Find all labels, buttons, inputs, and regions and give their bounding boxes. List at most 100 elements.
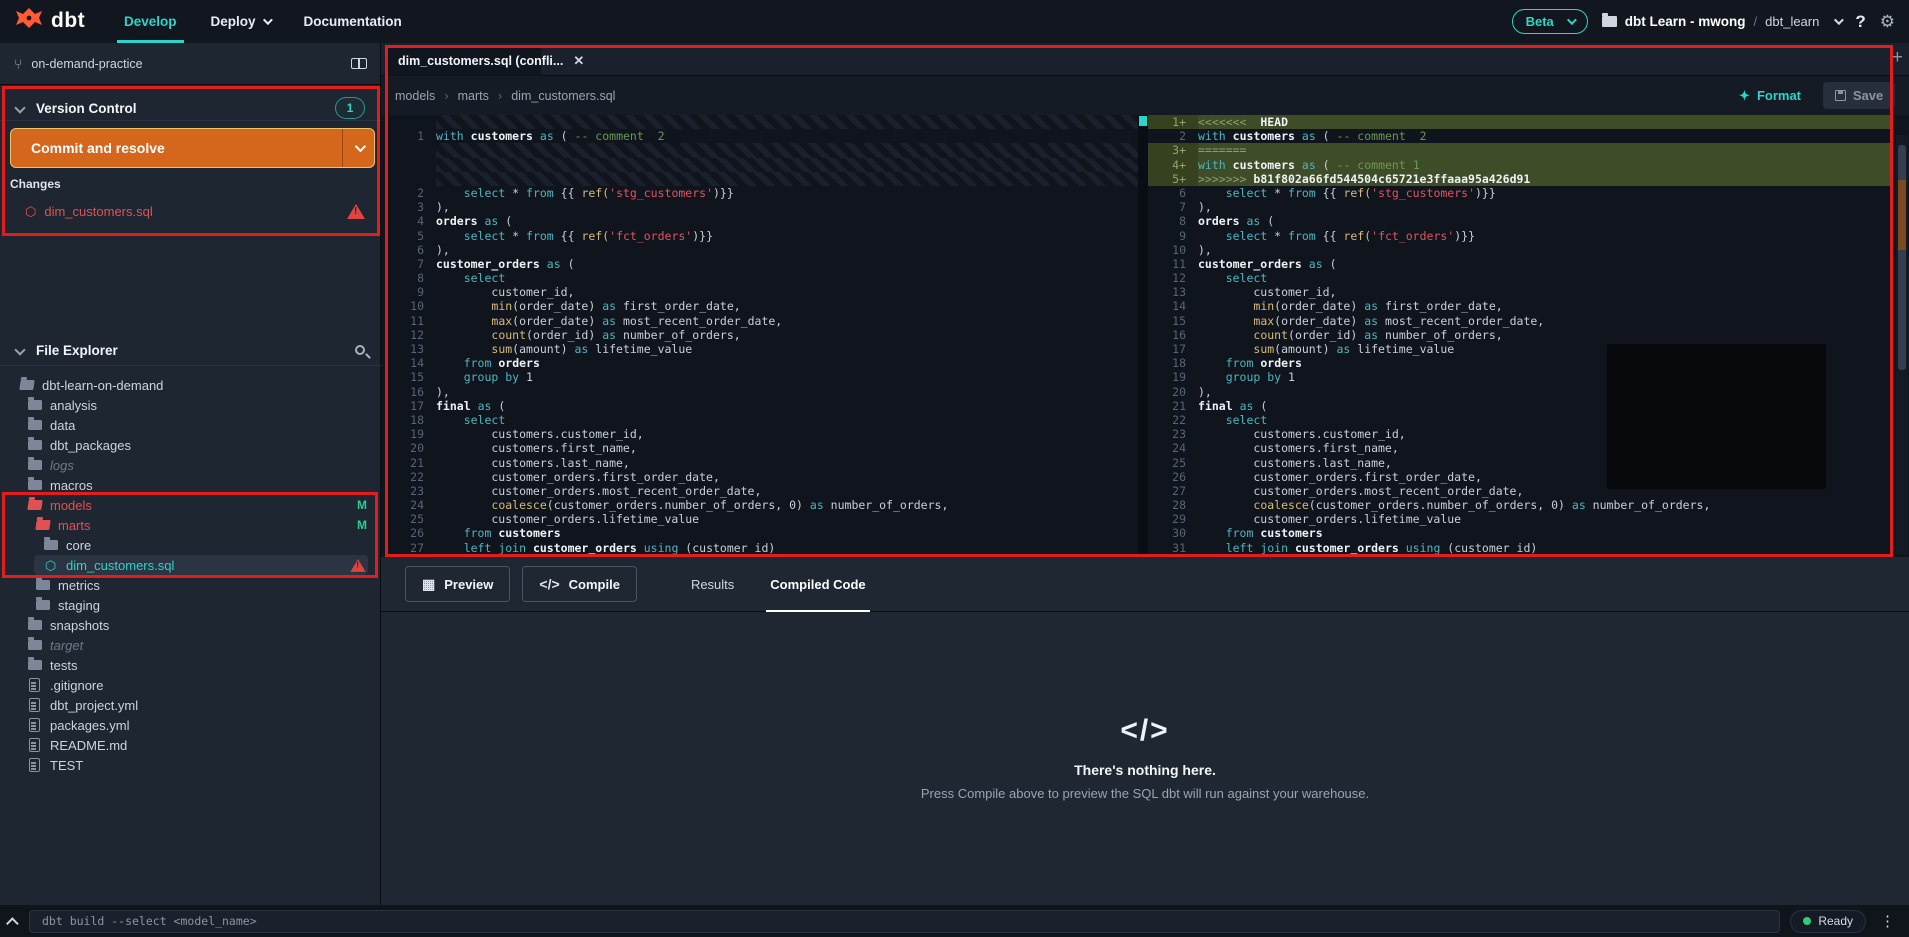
- preview-button[interactable]: ▦ Preview: [405, 566, 511, 602]
- settings-gear-icon[interactable]: ⚙: [1880, 12, 1895, 32]
- close-icon[interactable]: ✕: [573, 53, 584, 69]
- line-number: 28: [1172, 498, 1186, 513]
- search-icon[interactable]: [355, 345, 365, 355]
- format-button[interactable]: ✦ Format: [1739, 88, 1801, 104]
- git-branch-row[interactable]: ⑂ on-demand-practice: [0, 43, 381, 85]
- save-floppy-icon: [1834, 90, 1846, 101]
- save-label: Save: [1852, 88, 1884, 103]
- tree-item-test[interactable]: TEST: [0, 755, 381, 775]
- line-number: 1+: [1148, 115, 1198, 130]
- account-breadcrumb: dbt Learn - mwong / dbt_learn: [1601, 13, 1845, 29]
- tree-item-dbt-project-yml[interactable]: dbt_project.yml: [0, 695, 381, 715]
- compile-label: Compile: [568, 576, 620, 592]
- tree-item-packages-yml[interactable]: packages.yml: [0, 715, 381, 735]
- nav-item-documentation[interactable]: Documentation: [287, 0, 419, 43]
- tree-item-dbt-packages[interactable]: dbt_packages: [0, 435, 381, 455]
- tree-item-analysis[interactable]: analysis: [0, 395, 381, 415]
- line-number: 13: [1172, 285, 1186, 300]
- tree-item-label: dbt_project.yml: [50, 697, 139, 713]
- folder-icon: [27, 477, 42, 493]
- project-selector[interactable]: dbt_learn: [1765, 14, 1819, 29]
- command-input[interactable]: dbt build --select <model_name>: [29, 909, 1781, 933]
- breadcrumb-item[interactable]: models: [395, 89, 435, 103]
- tree-item-target[interactable]: target: [0, 635, 381, 655]
- tab-dim-customers[interactable]: dim_customers.sql (confli... ✕: [386, 45, 584, 76]
- file-explorer-header[interactable]: File Explorer: [0, 333, 381, 367]
- commit-and-resolve-button[interactable]: Commit and resolve: [10, 128, 375, 168]
- nav-item-develop[interactable]: Develop: [107, 0, 194, 43]
- code-line: 7 customer_orders as (: [386, 257, 1138, 271]
- chevron-down-icon[interactable]: [1834, 15, 1845, 26]
- pane-divider: [1138, 115, 1148, 557]
- beta-dropdown[interactable]: Beta: [1511, 9, 1588, 34]
- code-line: 24 coalesce(customer_orders.number_of_or…: [386, 498, 1138, 512]
- modified-badge: M: [357, 498, 367, 512]
- code-line: 20 customers.first_name,: [386, 441, 1138, 455]
- line-number: 9: [1179, 228, 1186, 243]
- docs-book-icon[interactable]: [351, 58, 367, 69]
- tree-item-core[interactable]: core: [0, 535, 381, 555]
- tree-item-logs[interactable]: logs: [0, 455, 381, 475]
- nav-item-deploy[interactable]: Deploy: [194, 0, 287, 43]
- tree-item-staging[interactable]: staging: [0, 595, 381, 615]
- dbt-logo[interactable]: dbt: [14, 6, 85, 36]
- diff-right-pane[interactable]: 1+ <<<<<<< HEAD 2 with customers as ( -- co…: [1148, 115, 1893, 557]
- line-number: [386, 158, 436, 172]
- code-line: 26 from customers: [386, 526, 1138, 540]
- chevron-up-icon[interactable]: [6, 916, 19, 930]
- code-line: 6 select * from {{ ref('stg_customers')}…: [1148, 186, 1893, 200]
- tree-item-label: core: [66, 537, 92, 553]
- chevron-down-icon: [14, 102, 26, 114]
- changed-file-row[interactable]: ⬡ dim_customers.sql: [0, 199, 381, 223]
- folder-icon: [27, 437, 42, 453]
- line-number: 30: [1172, 526, 1186, 541]
- tree-item-label: macros: [50, 477, 93, 493]
- tab-compiled-code[interactable]: Compiled Code: [752, 557, 883, 612]
- diff-left-pane[interactable]: 1 with customers as ( -- comment 2 2 selec…: [386, 115, 1138, 557]
- overlay-black-box: [1607, 344, 1826, 489]
- file-icon: [27, 678, 42, 693]
- breadcrumb-item[interactable]: marts: [458, 89, 489, 103]
- tab-results[interactable]: Results: [673, 557, 752, 612]
- tree-item-dbt-learn-on-demand[interactable]: dbt-learn-on-demand: [0, 375, 381, 395]
- line-number: 15: [1172, 313, 1186, 328]
- tree-item-data[interactable]: data: [0, 415, 381, 435]
- file-icon: [27, 738, 42, 753]
- line-number: 16: [1172, 327, 1186, 342]
- code-line: 8 orders as (: [1148, 214, 1893, 228]
- tree-item-readme-md[interactable]: README.md: [0, 735, 381, 755]
- tree-item--gitignore[interactable]: .gitignore: [0, 675, 381, 695]
- breadcrumb-separator: ›: [444, 88, 449, 103]
- dbt-ide-app: dbt Develop Deploy Documentation Beta dbt …: [0, 0, 1909, 937]
- scrollbar-thumb[interactable]: [1898, 145, 1906, 370]
- nav-item-label: Develop: [124, 14, 177, 29]
- diff-editor[interactable]: 1 with customers as ( -- comment 2 2 selec…: [381, 115, 1909, 557]
- help-icon[interactable]: ?: [1855, 12, 1865, 32]
- code-line: 3),: [386, 200, 1138, 214]
- folder-open-icon: [34, 518, 51, 533]
- code-line: 15 group by 1: [386, 370, 1138, 384]
- breadcrumb-item[interactable]: dim_customers.sql: [511, 89, 615, 103]
- code-line: 9 customer_id,: [386, 285, 1138, 299]
- code-line: 11 customer_orders as (: [1148, 257, 1893, 271]
- line-number: 24: [410, 498, 424, 513]
- line-number: 13: [410, 342, 424, 356]
- tree-item-macros[interactable]: macros: [0, 475, 381, 495]
- model-cube-icon: ⬡: [25, 203, 37, 219]
- compile-button[interactable]: </> Compile: [522, 566, 637, 602]
- tree-item-label: marts: [58, 517, 91, 533]
- tree-item-dim-customers-sql[interactable]: ⬡ dim_customers.sql: [0, 555, 381, 575]
- editor-scrollbar[interactable]: [1896, 135, 1908, 555]
- commit-dropdown-button[interactable]: [342, 129, 374, 167]
- line-number: 26: [1172, 469, 1186, 484]
- tree-item-marts[interactable]: marts M: [0, 515, 381, 535]
- code-line: 13 sum(amount) as lifetime_value: [386, 342, 1138, 356]
- tree-item-snapshots[interactable]: snapshots: [0, 615, 381, 635]
- tree-item-metrics[interactable]: metrics: [0, 575, 381, 595]
- more-options-icon[interactable]: ⋮: [1876, 912, 1899, 930]
- tree-item-tests[interactable]: tests: [0, 655, 381, 675]
- new-tab-icon[interactable]: +: [1892, 47, 1903, 69]
- code-line: 7),: [1148, 200, 1893, 214]
- save-button[interactable]: Save: [1823, 82, 1895, 109]
- tree-item-models[interactable]: models M: [0, 495, 381, 515]
